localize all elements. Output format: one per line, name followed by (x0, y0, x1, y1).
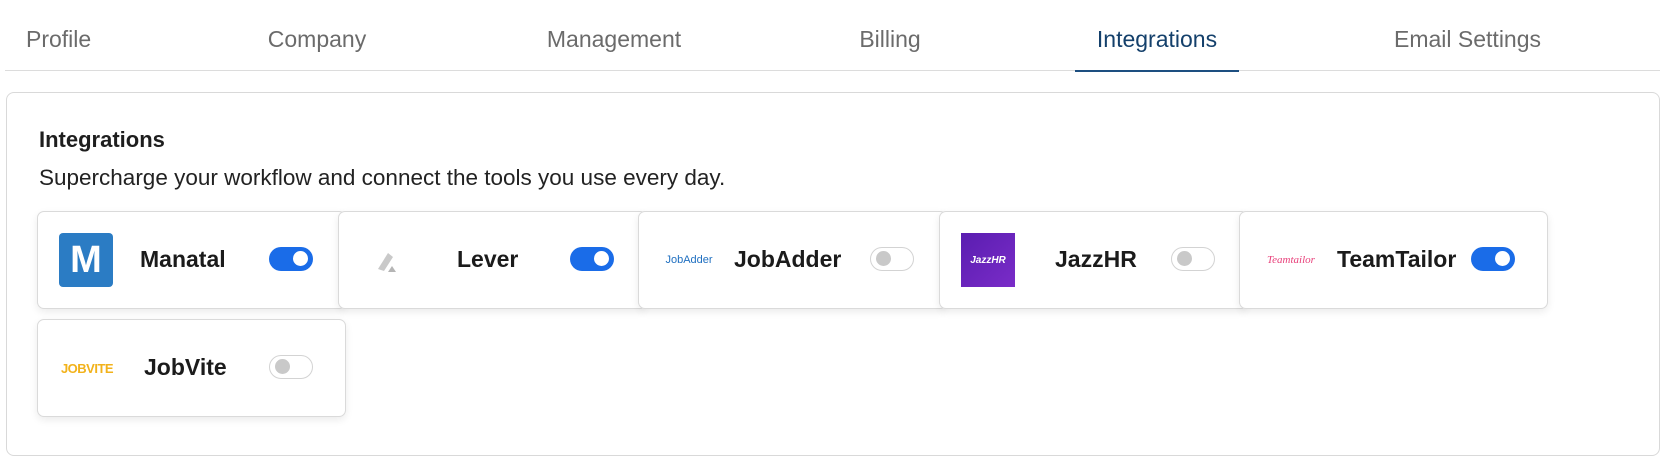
panel-title: Integrations (39, 127, 165, 152)
jazzhr-toggle[interactable] (1171, 247, 1215, 271)
integrations-panel: Integrations Supercharge your workflow a… (6, 92, 1660, 456)
toggle-knob (1495, 251, 1510, 266)
integration-card-lever: Lever (338, 211, 647, 309)
integration-name: JobVite (144, 354, 227, 380)
lever-toggle[interactable] (570, 247, 614, 271)
tab-billing[interactable]: Billing (859, 26, 921, 71)
teamtailor-toggle[interactable] (1471, 247, 1515, 271)
integration-card-jazzhr: JazzHR JazzHR (939, 211, 1248, 309)
integration-card-teamtailor: Teamtailor TeamTailor (1239, 211, 1548, 309)
toggle-knob (876, 251, 891, 266)
toggle-knob (293, 251, 308, 266)
integration-card-jobvite: JOBVITE JobVite (37, 319, 346, 417)
manatal-logo: M (59, 233, 113, 287)
tab-profile[interactable]: Profile (26, 26, 91, 71)
panel-subtitle: Supercharge your workflow and connect th… (39, 165, 726, 190)
integration-name: Lever (457, 246, 519, 272)
integration-name: Manatal (140, 246, 226, 272)
toggle-knob (1177, 251, 1192, 266)
jobadder-toggle[interactable] (870, 247, 914, 271)
tab-company[interactable]: Company (265, 26, 369, 71)
toggle-knob (594, 251, 609, 266)
jazzhr-logo: JazzHR (961, 233, 1015, 287)
jobvite-logo: JOBVITE (60, 360, 114, 376)
settings-tabs: Profile Company Management Billing Integ… (5, 0, 1660, 72)
manatal-toggle[interactable] (269, 247, 313, 271)
toggle-knob (275, 359, 290, 374)
tab-email-settings[interactable]: Email Settings (1394, 26, 1541, 71)
tab-integrations[interactable]: Integrations (1075, 26, 1239, 72)
teamtailor-logo: Teamtailor (1267, 254, 1315, 266)
integration-name: JobAdder (734, 246, 842, 272)
integration-card-jobadder: JobAdder JobAdder (638, 211, 947, 309)
tab-management[interactable]: Management (543, 26, 685, 71)
integration-card-manatal: M Manatal (37, 211, 346, 309)
jobvite-toggle[interactable] (269, 355, 313, 379)
jobadder-logo: JobAdder (665, 254, 713, 266)
integration-name: TeamTailor (1337, 246, 1457, 272)
lever-logo (360, 233, 414, 287)
integration-name: JazzHR (1055, 246, 1137, 272)
